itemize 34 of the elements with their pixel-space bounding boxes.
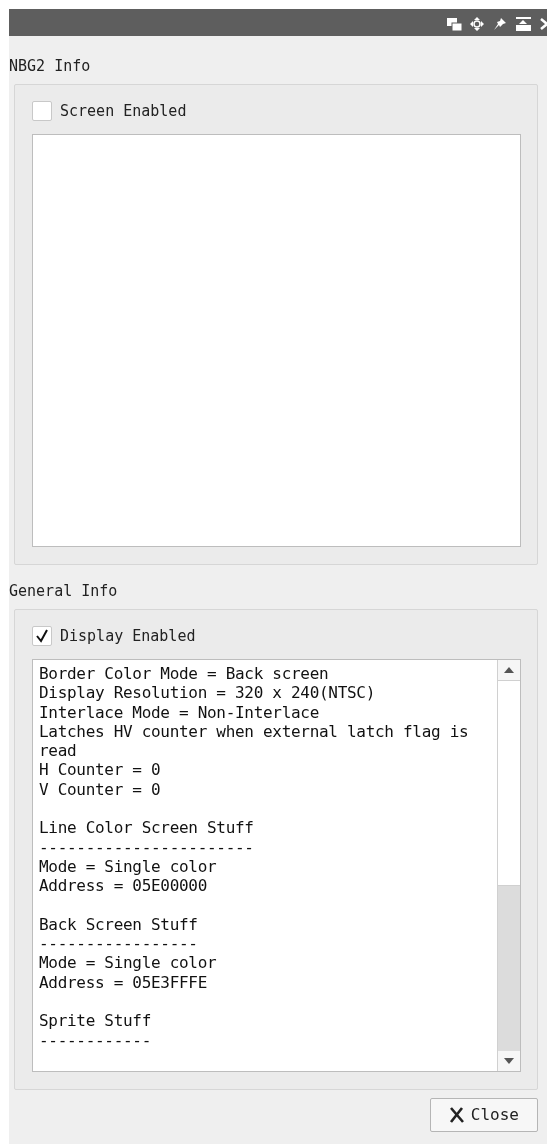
close-icon[interactable] — [538, 15, 547, 32]
info-line: ----------------- — [39, 934, 199, 954]
windows-icon[interactable] — [446, 15, 463, 32]
pin-icon[interactable] — [492, 15, 509, 32]
scrollbar-thumb[interactable] — [498, 680, 520, 886]
info-line: Interlace Mode = Non-Interlace — [39, 702, 320, 722]
checkbox[interactable] — [32, 626, 52, 646]
info-text-area[interactable] — [32, 659, 521, 1072]
info-line: H Counter = 0 — [39, 760, 162, 780]
info-line: V Counter = 0 — [39, 779, 162, 800]
info-line: Sprite Stuff — [39, 1011, 152, 1031]
info-line: Mode = Single color — [39, 953, 218, 973]
scroll-down-icon[interactable] — [504, 1058, 514, 1064]
group-title: NBG2 Info — [9, 56, 92, 76]
scroll-up-icon[interactable] — [504, 667, 514, 673]
info-line: Address = 05E00000 — [39, 876, 208, 896]
info-line: Display Resolution = 320 x 240(NTSC) — [39, 683, 376, 703]
close-button[interactable]: Close — [429, 1098, 538, 1132]
info-line: Address = 05E3FFFE — [39, 972, 208, 993]
info-line: ----------------------- — [39, 837, 255, 857]
info-line: Latches HV counter when external latch flag is read — [39, 721, 470, 761]
group-title: General Info — [9, 581, 119, 601]
info-line: Border Color Mode = Back screen — [39, 664, 330, 684]
move-icon[interactable] — [469, 15, 486, 32]
info-line: Mode = Single color — [39, 856, 218, 877]
info-line: ------------ — [39, 1030, 152, 1050]
checkbox-label[interactable]: Screen Enabled — [60, 101, 187, 121]
checkbox-label[interactable]: Display Enabled — [60, 626, 196, 646]
close-icon — [448, 1107, 465, 1123]
info-line: Back Screen Stuff — [39, 914, 199, 935]
info-line: Line Color Screen Stuff — [39, 818, 255, 838]
checkbox[interactable] — [32, 101, 52, 121]
float-icon[interactable] — [515, 15, 532, 32]
scrollbar[interactable] — [497, 660, 520, 1071]
